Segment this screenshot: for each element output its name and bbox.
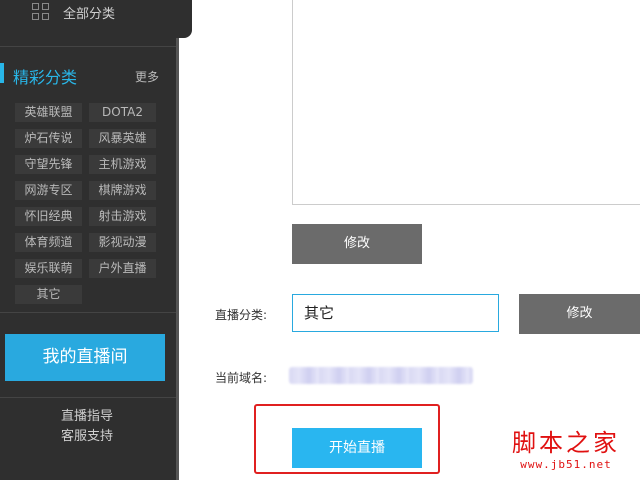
sidebar-divider	[0, 312, 178, 313]
watermark: 脚本之家 www.jb51.net	[512, 428, 620, 472]
category-tag[interactable]: 其它	[15, 285, 82, 304]
domain-value-redacted	[289, 367, 473, 384]
category-tag[interactable]: 网游专区	[15, 181, 82, 200]
category-tag[interactable]: 射击游戏	[89, 207, 156, 226]
category-tag[interactable]: 体育频道	[15, 233, 82, 252]
category-tag[interactable]: 棋牌游戏	[89, 181, 156, 200]
modify-description-button[interactable]: 修改	[292, 224, 422, 264]
category-tag[interactable]: 怀旧经典	[15, 207, 82, 226]
category-tag[interactable]: 风暴英雄	[89, 129, 156, 148]
start-live-button[interactable]: 开始直播	[292, 428, 422, 468]
grid-icon	[32, 3, 49, 20]
sidebar: 全部分类 精彩分类 更多 英雄联盟 DOTA2 炉石传说 风暴英雄 守望先锋 主…	[0, 0, 178, 480]
sidebar-edge	[178, 0, 192, 38]
section-accent-bar	[0, 63, 4, 83]
category-tag[interactable]: 影视动漫	[89, 233, 156, 252]
category-tag[interactable]: 守望先锋	[15, 155, 82, 174]
sidebar-scroll-track	[176, 38, 179, 480]
more-link[interactable]: 更多	[135, 68, 159, 85]
watermark-title: 脚本之家	[512, 429, 620, 457]
domain-label: 当前域名:	[215, 371, 268, 385]
description-textarea[interactable]	[292, 0, 640, 205]
category-tag[interactable]: DOTA2	[89, 103, 156, 122]
category-input[interactable]: 其它	[292, 294, 499, 332]
sidebar-divider	[0, 46, 178, 47]
category-tag[interactable]: 户外直播	[89, 259, 156, 278]
my-room-button[interactable]: 我的直播间	[5, 334, 165, 381]
modify-category-button[interactable]: 修改	[519, 294, 640, 334]
category-label: 直播分类:	[215, 308, 268, 322]
sidebar-bottom-links: 直播指导 客服支持	[0, 407, 174, 447]
all-categories-link[interactable]: 全部分类	[0, 0, 178, 30]
sidebar-divider	[0, 397, 178, 398]
all-categories-label: 全部分类	[63, 7, 116, 22]
section-title: 精彩分类	[13, 68, 78, 87]
category-tag[interactable]: 炉石传说	[15, 129, 82, 148]
category-tag[interactable]: 娱乐联萌	[15, 259, 82, 278]
live-guide-link[interactable]: 直播指导	[0, 407, 174, 427]
customer-support-link[interactable]: 客服支持	[0, 427, 174, 447]
category-tag[interactable]: 英雄联盟	[15, 103, 82, 122]
category-tag[interactable]: 主机游戏	[89, 155, 156, 174]
watermark-url: www.jb51.net	[520, 458, 612, 471]
